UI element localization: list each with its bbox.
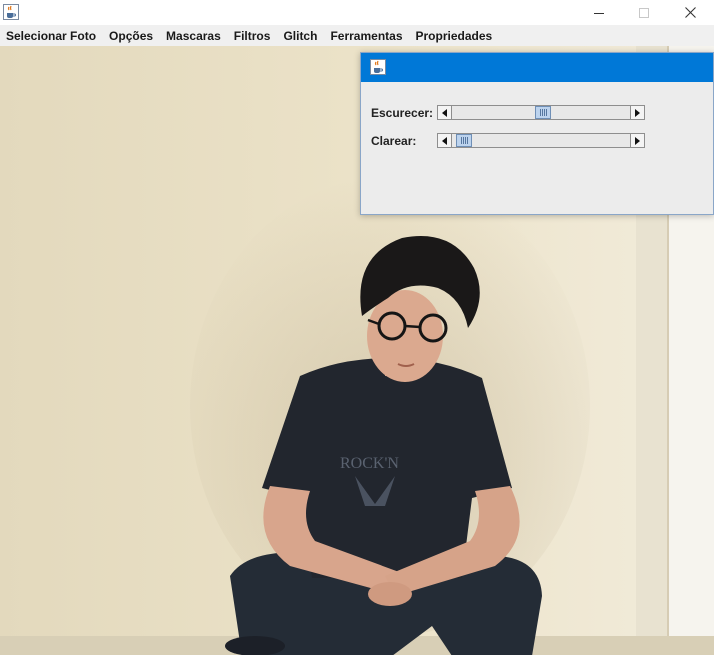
menu-opcoes[interactable]: Opções bbox=[109, 29, 153, 43]
escurecer-decrement-button[interactable] bbox=[438, 106, 452, 119]
window-title-bar bbox=[0, 0, 714, 25]
arrow-right-icon bbox=[634, 136, 640, 145]
maximize-icon bbox=[639, 7, 649, 18]
java-app-icon bbox=[370, 59, 386, 75]
arrow-right-icon bbox=[634, 108, 640, 117]
arrow-left-icon bbox=[441, 108, 447, 117]
escurecer-scrollbar[interactable] bbox=[437, 105, 645, 120]
adjust-dialog: Escurecer: Clarear: bbox=[360, 52, 714, 215]
clarear-decrement-button[interactable] bbox=[438, 134, 452, 147]
java-app-icon[interactable] bbox=[3, 4, 19, 20]
clarear-label: Clarear: bbox=[371, 134, 417, 148]
clarear-scroll-thumb[interactable] bbox=[456, 134, 472, 147]
escurecer-increment-button[interactable] bbox=[630, 106, 644, 119]
escurecer-label: Escurecer: bbox=[371, 106, 434, 120]
maximize-button[interactable] bbox=[621, 0, 667, 25]
menu-bar: Selecionar Foto Opções Mascaras Filtros … bbox=[0, 25, 714, 46]
minimize-button[interactable] bbox=[576, 0, 622, 25]
menu-ferramentas[interactable]: Ferramentas bbox=[330, 29, 402, 43]
clarear-increment-button[interactable] bbox=[630, 134, 644, 147]
menu-glitch[interactable]: Glitch bbox=[283, 29, 317, 43]
shirt-print-text: ROCK'N bbox=[340, 455, 399, 472]
escurecer-scroll-thumb[interactable] bbox=[535, 106, 551, 119]
clarear-scrollbar[interactable] bbox=[437, 133, 645, 148]
minimize-icon bbox=[594, 12, 604, 14]
close-button[interactable] bbox=[667, 0, 713, 25]
menu-filtros[interactable]: Filtros bbox=[234, 29, 271, 43]
arrow-left-icon bbox=[441, 136, 447, 145]
dialog-title-bar[interactable] bbox=[361, 53, 713, 82]
menu-mascaras[interactable]: Mascaras bbox=[166, 29, 221, 43]
menu-selecionar-foto[interactable]: Selecionar Foto bbox=[6, 29, 96, 43]
menu-propriedades[interactable]: Propriedades bbox=[416, 29, 493, 43]
close-icon bbox=[684, 7, 696, 18]
